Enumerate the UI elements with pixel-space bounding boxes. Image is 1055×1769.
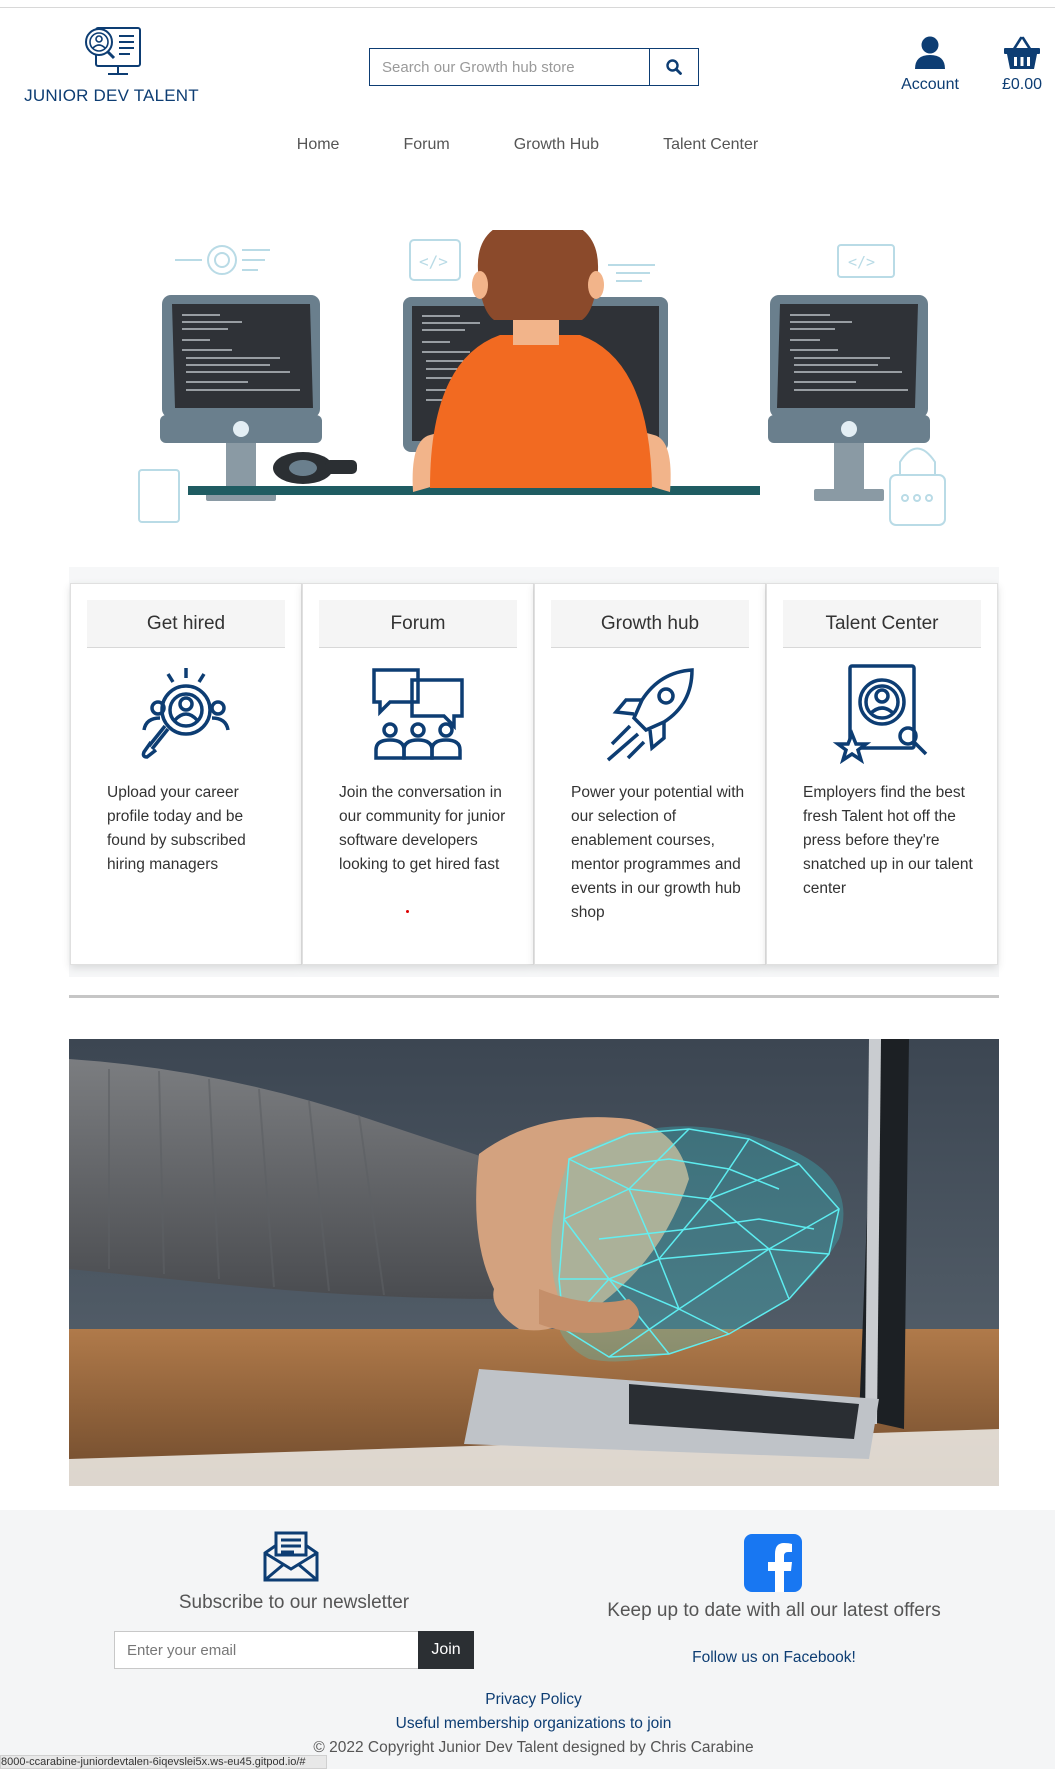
- svg-text:</>: </>: [419, 252, 448, 271]
- card-description: Power your potential with our selection …: [571, 784, 745, 921]
- card-forum[interactable]: Forum Join the conversation in our commu…: [302, 583, 534, 965]
- nav-talent-center[interactable]: Talent Center: [631, 136, 790, 154]
- handshake-banner-image: [69, 1039, 999, 1486]
- account-link[interactable]: Account: [895, 36, 965, 94]
- card-title: Talent Center: [783, 600, 981, 648]
- email-field[interactable]: [114, 1631, 418, 1669]
- svg-text:</>: </>: [848, 253, 875, 271]
- search-icon: [666, 59, 682, 75]
- card-get-hired[interactable]: Get hired Upload your career profile tod…: [70, 583, 302, 965]
- facebook-title: Keep up to date with all our latest offe…: [607, 1600, 941, 1621]
- card-talent-center[interactable]: Talent Center Employers find the best fr…: [766, 583, 998, 965]
- chat-group-icon: [372, 668, 464, 760]
- account-label: Account: [901, 76, 959, 93]
- newsletter-form: Join: [114, 1631, 474, 1669]
- nav-growth-hub[interactable]: Growth Hub: [482, 136, 631, 154]
- join-button[interactable]: Join: [418, 1631, 474, 1669]
- membership-link[interactable]: Useful membership organizations to join: [0, 1712, 1055, 1736]
- marker-dot: [406, 910, 409, 913]
- nav-forum[interactable]: Forum: [371, 136, 481, 154]
- newsletter-title: Subscribe to our newsletter: [178, 1592, 410, 1613]
- logo-icon: [84, 27, 141, 75]
- feature-cards: Get hired Upload your career profile tod…: [70, 583, 998, 965]
- card-description: Employers find the best fresh Talent hot…: [803, 784, 973, 897]
- profile-star-icon: [832, 664, 928, 764]
- card-title: Forum: [319, 600, 517, 648]
- privacy-policy-link[interactable]: Privacy Policy: [0, 1688, 1055, 1712]
- card-description: Upload your career profile today and be …: [107, 784, 246, 873]
- rocket-icon: [606, 668, 694, 762]
- footer-links: Privacy Policy Useful membership organiz…: [0, 1688, 1055, 1760]
- card-title: Growth hub: [551, 600, 749, 648]
- cart-link[interactable]: £0.00: [996, 36, 1048, 94]
- nav-home[interactable]: Home: [265, 136, 372, 154]
- brand-name: JUNIOR DEV TALENT: [24, 86, 199, 105]
- card-description: Join the conversation in our community f…: [339, 784, 506, 873]
- cart-total: £0.00: [1001, 76, 1043, 93]
- site-logo[interactable]: JUNIOR DEV TALENT: [24, 26, 199, 106]
- section-divider: [69, 995, 999, 998]
- top-rule: [0, 7, 1055, 8]
- status-bar-url: 8000-ccarabine-juniordevtalen-6iqevslei5…: [0, 1755, 327, 1769]
- main-nav: Home Forum Growth Hub Talent Center: [0, 136, 1055, 154]
- search-button[interactable]: [649, 49, 698, 85]
- search-person-icon: [141, 668, 230, 759]
- card-growth-hub[interactable]: Growth hub Power your potential with our…: [534, 583, 766, 965]
- user-icon: [915, 36, 945, 69]
- card-title: Get hired: [87, 600, 285, 648]
- facebook-link[interactable]: Follow us on Facebook!: [574, 1649, 974, 1667]
- search-bar: [369, 48, 699, 86]
- basket-icon: [1004, 36, 1040, 69]
- search-input[interactable]: [370, 49, 649, 85]
- facebook-icon[interactable]: [744, 1534, 802, 1592]
- hero-illustration: </> </>: [138, 230, 946, 526]
- envelope-icon: [263, 1531, 319, 1582]
